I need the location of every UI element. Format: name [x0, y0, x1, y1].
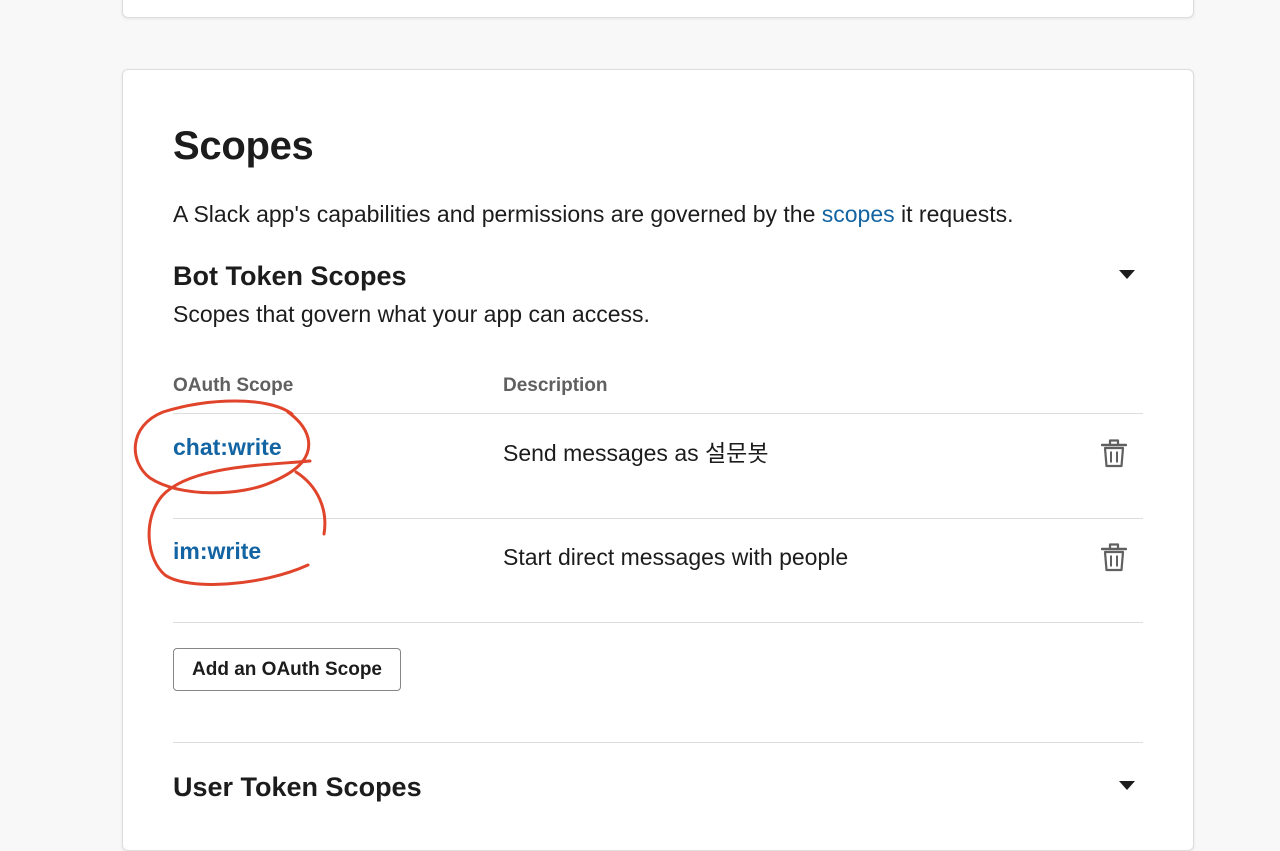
table-divider [173, 622, 1143, 623]
bot-token-scopes-title: Bot Token Scopes [173, 261, 407, 291]
scope-row-im-write: im:write Start direct messages with peop… [173, 518, 1143, 622]
scope-name-link[interactable]: im:write [173, 536, 261, 566]
add-oauth-scope-button[interactable]: Add an OAuth Scope [173, 648, 401, 691]
scopes-link[interactable]: scopes [822, 201, 895, 227]
column-header-description: Description [503, 375, 608, 396]
scope-description: Send messages as 설문봇 [503, 440, 769, 466]
page-title: Scopes [173, 124, 314, 168]
intro-text-before: A Slack app's capabilities and permissio… [173, 201, 822, 227]
previous-section-card [122, 0, 1194, 18]
scopes-intro: A Slack app's capabilities and permissio… [173, 198, 1014, 230]
intro-text-after: it requests. [894, 201, 1014, 227]
trash-icon[interactable] [1101, 542, 1127, 572]
section-divider [173, 742, 1143, 743]
column-header-oauth-scope: OAuth Scope [173, 375, 294, 396]
user-scopes-toggle-caret-down-icon[interactable] [1119, 781, 1135, 790]
scope-description: Start direct messages with people [503, 544, 849, 570]
bot-scopes-toggle-caret-down-icon[interactable] [1119, 270, 1135, 279]
bot-token-scopes-subtitle: Scopes that govern what your app can acc… [173, 301, 650, 327]
scopes-card: Scopes A Slack app's capabilities and pe… [122, 69, 1194, 851]
user-token-scopes-title: User Token Scopes [173, 772, 422, 802]
scope-name-link[interactable]: chat:write [173, 432, 282, 462]
scope-row-chat-write: chat:write Send messages as 설문봇 [173, 414, 1143, 518]
trash-icon[interactable] [1101, 438, 1127, 468]
